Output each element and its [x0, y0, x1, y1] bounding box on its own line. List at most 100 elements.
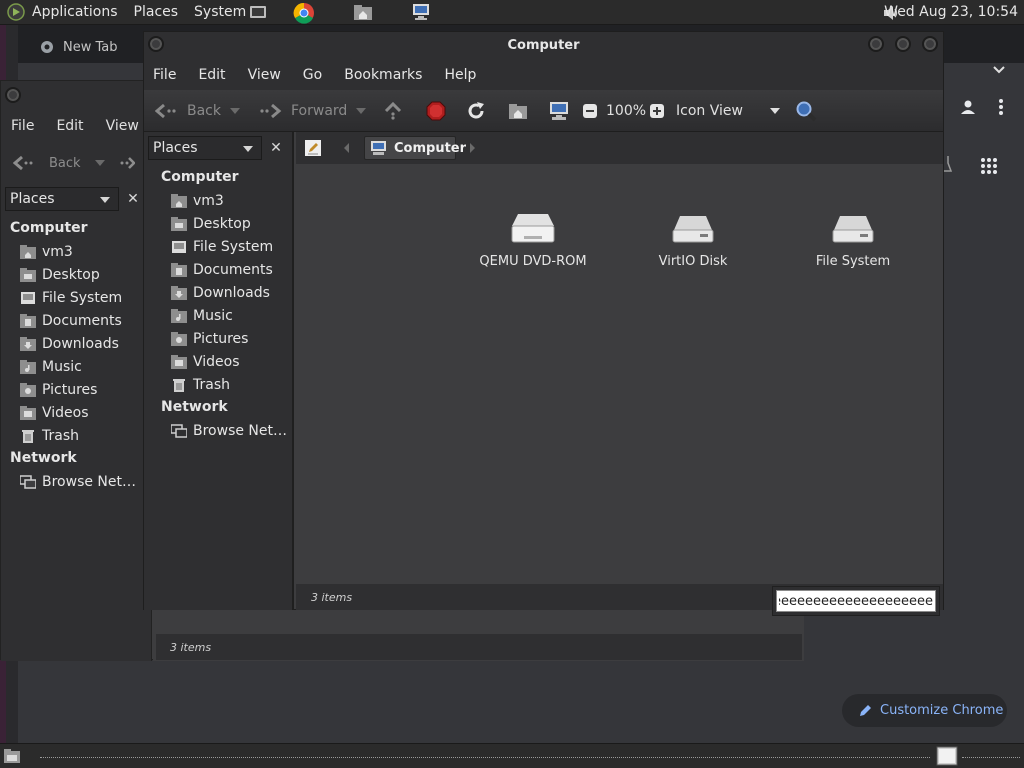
menu-view[interactable]: View	[248, 67, 281, 83]
front-window-titlebar[interactable]: Computer	[144, 32, 943, 60]
chrome-launcher-icon[interactable]	[292, 2, 316, 24]
pathbar-button-computer[interactable]: Computer	[364, 136, 466, 160]
front-window-toolbar: Back Forward 100% Icon View	[144, 90, 943, 132]
back-sidebar-item-file-system[interactable]: File System	[10, 286, 150, 309]
home-folder-launcher-icon[interactable]	[352, 2, 374, 23]
forward-arrow-icon[interactable]	[119, 155, 135, 171]
pictures-folder-icon	[171, 331, 187, 346]
chrome-tab-title: New Tab	[63, 39, 118, 55]
sidebar-close-icon[interactable]: ✕	[266, 136, 286, 160]
zoom-level[interactable]: 100%	[606, 103, 646, 119]
places-menu[interactable]: Places	[134, 4, 179, 20]
sidebar-item-label: Music	[193, 307, 233, 324]
customize-chrome-button[interactable]: Customize Chrome	[842, 694, 1007, 727]
pathbar-scroll-right-icon[interactable]	[470, 143, 475, 153]
back-window-menu-button[interactable]	[5, 87, 21, 103]
file-item-file-system[interactable]: File System	[778, 212, 928, 269]
forward-history-dropdown[interactable]	[356, 90, 366, 132]
computer-button[interactable]	[548, 90, 570, 132]
back-sidebar-item-pictures[interactable]: Pictures	[10, 378, 150, 401]
sidebar-item-videos[interactable]: Videos	[161, 350, 291, 373]
interactive-search-input[interactable]	[776, 590, 936, 612]
back-sidebar-item-downloads[interactable]: Downloads	[10, 332, 150, 355]
back-sidebar-item-desktop[interactable]: Desktop	[10, 263, 150, 286]
menu-file[interactable]: File	[153, 67, 176, 83]
back-menu-edit[interactable]: Edit	[56, 118, 83, 134]
reload-button[interactable]	[466, 90, 486, 132]
back-sidebar-close-icon[interactable]: ✕	[123, 187, 143, 211]
back-sidebar-item-music[interactable]: Music	[10, 355, 150, 378]
home-button[interactable]	[508, 90, 528, 132]
places-combo[interactable]: Places	[148, 136, 262, 160]
videos-folder-icon	[171, 354, 187, 369]
menu-help[interactable]: Help	[444, 67, 476, 83]
edit-location-icon[interactable]	[304, 139, 322, 157]
back-history-dropdown-icon[interactable]	[94, 160, 105, 166]
back-sidebar-item-trash[interactable]: Trash	[10, 424, 150, 447]
file-item-qemu-dvd-rom[interactable]: QEMU DVD-ROM	[458, 212, 608, 269]
sidebar-item-vm3[interactable]: vm3	[161, 189, 291, 212]
back-menu-file[interactable]: File	[11, 118, 34, 134]
front-window-menubar: File Edit View Go Bookmarks Help	[144, 60, 943, 90]
sidebar-item-documents[interactable]: Documents	[161, 258, 291, 281]
pathbar-scroll-left-icon[interactable]	[344, 143, 349, 153]
search-button[interactable]	[795, 90, 817, 132]
sidebar-item-browse-network[interactable]: Browse Net…	[161, 419, 291, 442]
back-sidebar-item-browse-network[interactable]: Browse Net…	[10, 470, 150, 493]
zoom-in-button[interactable]	[649, 90, 665, 132]
sidebar-item-desktop[interactable]: Desktop	[161, 212, 291, 235]
profile-icon[interactable]	[958, 97, 978, 117]
sidebar-item-downloads[interactable]: Downloads	[161, 281, 291, 304]
sidebar-item-trash[interactable]: Trash	[161, 373, 291, 396]
maximize-button[interactable]	[895, 36, 911, 52]
back-arrow-icon[interactable]	[13, 155, 35, 171]
clock[interactable]: Wed Aug 23, 10:54	[884, 4, 1018, 20]
back-places-combo[interactable]: Places	[5, 187, 119, 211]
sidebar-item-label: Documents	[193, 261, 273, 278]
back-sidebar-item-videos[interactable]: Videos	[10, 401, 150, 424]
tab-search-chevron-icon[interactable]	[992, 65, 1006, 75]
back-places-dropdown-icon	[100, 197, 110, 203]
sidebar-item-label: Desktop	[193, 215, 251, 232]
file-item-virtio-disk[interactable]: VirtIO Disk	[618, 212, 768, 269]
forward-button[interactable]: Forward	[258, 90, 347, 132]
sidebar-item-music[interactable]: Music	[161, 304, 291, 327]
computer-header: Computer	[161, 169, 239, 185]
back-sidebar-item-label: Browse Net…	[42, 473, 137, 490]
show-desktop-icon[interactable]	[3, 747, 21, 765]
zoom-out-button[interactable]: 100%	[582, 90, 646, 132]
back-sidebar-item-documents[interactable]: Documents	[10, 309, 150, 332]
view-mode-dropdown-icon	[770, 108, 780, 114]
back-history-dropdown[interactable]	[230, 90, 240, 132]
system-menu[interactable]: System	[194, 4, 246, 20]
sidebar-item-pictures[interactable]: Pictures	[161, 327, 291, 350]
menu-bookmarks[interactable]: Bookmarks	[344, 67, 422, 83]
back-sidebar-item-label: File System	[42, 289, 123, 306]
back-window-back-label[interactable]: Back	[49, 156, 81, 171]
applications-menu[interactable]: Applications	[32, 4, 118, 20]
chrome-menu-icon[interactable]	[996, 97, 1006, 117]
network-icon	[20, 474, 36, 489]
apps-grid-icon[interactable]	[980, 157, 998, 175]
terminal-launcher-icon[interactable]	[247, 2, 269, 23]
computer-launcher-icon[interactable]	[410, 2, 432, 23]
menu-edit[interactable]: Edit	[198, 67, 225, 83]
file-manager-window-computer: Computer File Edit View Go Bookmarks Hel…	[143, 31, 944, 616]
back-button[interactable]: Back	[155, 90, 221, 132]
up-arrow-icon	[384, 102, 402, 120]
icon-view: QEMU DVD-ROM VirtIO Disk File System	[296, 164, 943, 584]
view-mode-select[interactable]: Icon View	[676, 90, 780, 132]
up-button[interactable]	[384, 90, 402, 132]
minimize-button[interactable]	[868, 36, 884, 52]
sidebar-item-file-system[interactable]: File System	[161, 235, 291, 258]
back-menu-view[interactable]: View	[106, 118, 139, 134]
bottom-panel	[0, 743, 1024, 768]
stop-button[interactable]	[426, 90, 446, 132]
menu-go[interactable]: Go	[303, 67, 322, 83]
sidebar-item-label: Videos	[193, 353, 240, 370]
places-dropdown-icon	[243, 146, 253, 152]
back-sidebar-item-vm3[interactable]: vm3	[10, 240, 150, 263]
workspace-switcher-icon[interactable]	[936, 746, 958, 766]
close-button[interactable]	[922, 36, 938, 52]
mate-menu-icon[interactable]	[6, 2, 26, 22]
